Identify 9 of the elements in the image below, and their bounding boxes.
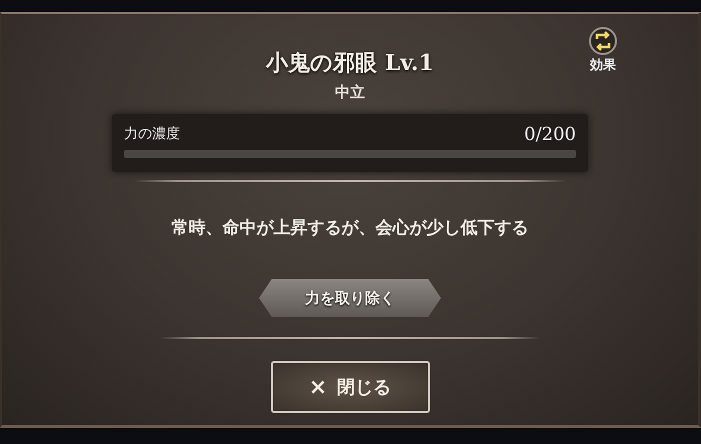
remove-button[interactable]: 力を取り除く bbox=[259, 279, 441, 317]
skill-title: 小鬼の邪眼 Lv.1 bbox=[266, 49, 434, 78]
close-button[interactable]: × 閉じる bbox=[270, 361, 430, 413]
swap-icon bbox=[588, 26, 618, 56]
effect-button[interactable]: 効果 bbox=[588, 26, 618, 74]
alignment-label: 中立 bbox=[335, 83, 365, 102]
effect-description: 常時、命中が上昇するが、会心が少し低下する bbox=[172, 217, 528, 239]
gauge-label: 力の濃度 bbox=[124, 125, 180, 143]
gauge-reading: 0/200 bbox=[524, 124, 576, 144]
